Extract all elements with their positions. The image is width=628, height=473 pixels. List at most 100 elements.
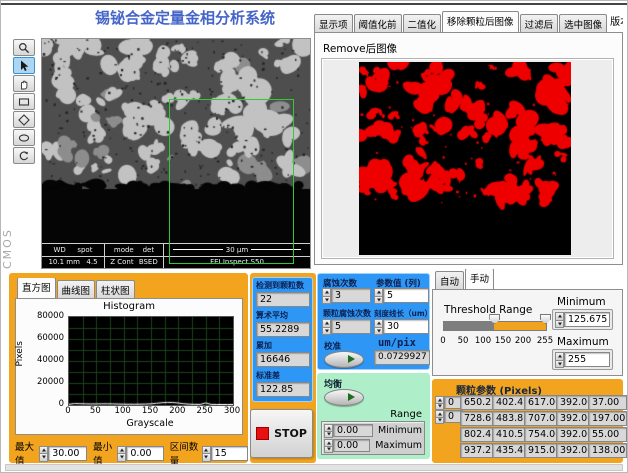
rotate-icon[interactable] [13,147,35,164]
erosion-stepper[interactable] [322,288,331,303]
equalize-button[interactable] [324,389,364,406]
scale-tick: 255 [537,336,553,346]
range-min-field[interactable]: 0.00 [333,424,373,437]
app-window: 锡铋合金定量金相分析系统 CMOS WD [0,0,628,473]
table-cell[interactable]: 55.00 [588,427,627,442]
bins-stepper[interactable] [202,446,211,461]
tab-histogram[interactable]: 直方图 [17,278,56,298]
tab-curve[interactable]: 曲线图 [57,280,96,298]
ytick: 80000 [28,311,64,321]
range-min-stepper[interactable] [324,424,333,437]
xtick: 300 [224,406,240,416]
mean-field: 55.2289 [256,322,310,337]
tab-bar[interactable]: 柱状图 [96,280,135,298]
stop-button[interactable]: STOP [250,409,313,458]
sem-info-group-1: WD spot 10.1 mm 4.5 [42,244,105,268]
roi-selection-rect[interactable] [169,99,294,264]
sem-mode-label: mode [114,246,134,254]
range-max-stepper[interactable] [324,439,333,452]
watermark: CMOS [1,199,14,269]
minimum-label: Minimum [557,296,606,308]
table-col-index-stepper[interactable] [435,410,444,423]
max-value-field[interactable]: 30.00 [48,446,87,461]
umpix-field: 0.0729927 [374,350,430,365]
tab-after-remove-particles[interactable]: 移除颗粒后图像 [442,11,519,32]
particle-table: 650.23 402.49 617.00 392.00 37.00 728.61… [460,395,619,458]
slider-high-segment [494,322,546,330]
histogram-plot[interactable] [68,316,234,406]
maximum-stepper[interactable] [555,352,564,367]
tab-display-items[interactable]: 显示项 [314,14,353,32]
scale-length-field[interactable]: 30 [383,319,429,334]
remove-image-label: Remove后图像 [323,41,397,56]
param-value-stepper[interactable] [374,288,383,303]
maximum-label: Maximum [557,336,609,348]
rectangle-icon[interactable] [13,93,35,110]
scale-length-stepper[interactable] [374,319,383,334]
slider-low-segment [444,322,494,330]
table-cell[interactable]: 197.00 [588,411,627,426]
scale-tick: 0 [440,336,445,346]
particle-table-panel: 颗粒参数 (Pixels) 0 0 650.23 402.49 617.00 3… [432,379,623,463]
particle-erosion-stepper[interactable] [322,319,331,334]
processed-image[interactable] [359,62,571,255]
erosion-field: 3 [331,288,371,303]
range-box: 0.00 Minimum 0.00 Maximum [321,421,425,455]
stop-icon [256,427,269,440]
top-divider [1,3,628,5]
threshold-page: Threshold Range 0 50 100 150 200 255 Min… [432,289,623,376]
particle-erosion-label: 颗粒腐蚀次数 [323,308,371,319]
range-min-label: Minimum [378,425,422,436]
image-tab-page: Remove后图像 [314,32,623,265]
param-value-field[interactable]: 5 [383,288,429,303]
calibrate-button[interactable] [324,351,364,368]
max-value-label: 最大值 [15,439,38,467]
equalize-label: 均衡 [324,377,342,390]
params-panel: 腐蚀次数 3 颗粒腐蚀次数 5 校准 参数值 (列) 5 刻度线长（um） 30… [317,273,430,370]
range-label: Range [390,409,422,420]
tab-auto[interactable]: 自动 [435,271,464,289]
erosion-control: 3 [322,288,371,303]
minimum-stepper[interactable] [555,312,564,327]
version-label: 版本号 : 2.5 [608,11,623,28]
tab-selected-image[interactable]: 选中图像 [559,14,607,32]
chart-ylabel: Pixels [15,341,25,367]
ytick: 20000 [28,377,64,387]
min-value-stepper[interactable] [117,446,126,461]
diamond-icon[interactable] [13,111,35,128]
table-cell[interactable]: 37.00 [588,395,627,410]
xtick: 150 [142,406,158,416]
histogram-settings-row: 最大值 30.00 最小值 0.00 区间数量 15 [13,439,248,467]
max-value-stepper[interactable] [39,446,48,461]
maximum-field[interactable]: 255 [564,352,610,367]
stop-button-label: STOP [274,427,307,440]
threshold-range-label: Threshold Range [444,304,532,316]
table-cell[interactable]: 138.00 [588,443,627,458]
tab-binarize[interactable]: 二值化 [403,14,442,32]
particle-count-label: 检测到颗粒数 [256,280,309,291]
sem-wd-label: WD [54,246,66,254]
histogram-tab-strip: 直方图 曲线图 柱状图 [17,278,136,298]
table-row-index-stepper[interactable] [435,396,444,409]
cursor-icon[interactable] [13,57,35,74]
threshold-tab-control: 自动 手动 Threshold Range 0 50 100 150 200 2… [432,269,623,376]
ellipse-icon[interactable] [13,129,35,146]
scale-tick: 200 [515,336,531,346]
min-value-label: 最小值 [93,439,116,467]
ytick: 40000 [28,355,64,365]
tab-after-filter[interactable]: 过滤后 [520,14,559,32]
hand-icon[interactable] [13,75,35,92]
min-value-field[interactable]: 0.00 [126,446,163,461]
table-row-index-control: 0 [435,396,463,409]
param-value-control: 5 [374,288,429,303]
page-title: 锡铋合金定量金相分析系统 [59,7,311,28]
stats-panel: 检测到颗粒数 22 算术平均 55.2289 累加 16646 标准差 122.… [252,277,313,402]
tab-manual[interactable]: 手动 [465,269,494,289]
bins-field[interactable]: 15 [211,446,248,461]
stddev-label: 标准差 [256,370,309,381]
magnifier-icon[interactable] [13,39,35,56]
minimum-field[interactable]: 125.675 [564,312,610,327]
tab-before-threshold[interactable]: 阈值化前 [354,14,402,32]
scale-tick: 150 [495,336,511,346]
range-max-field[interactable]: 0.00 [333,439,370,452]
